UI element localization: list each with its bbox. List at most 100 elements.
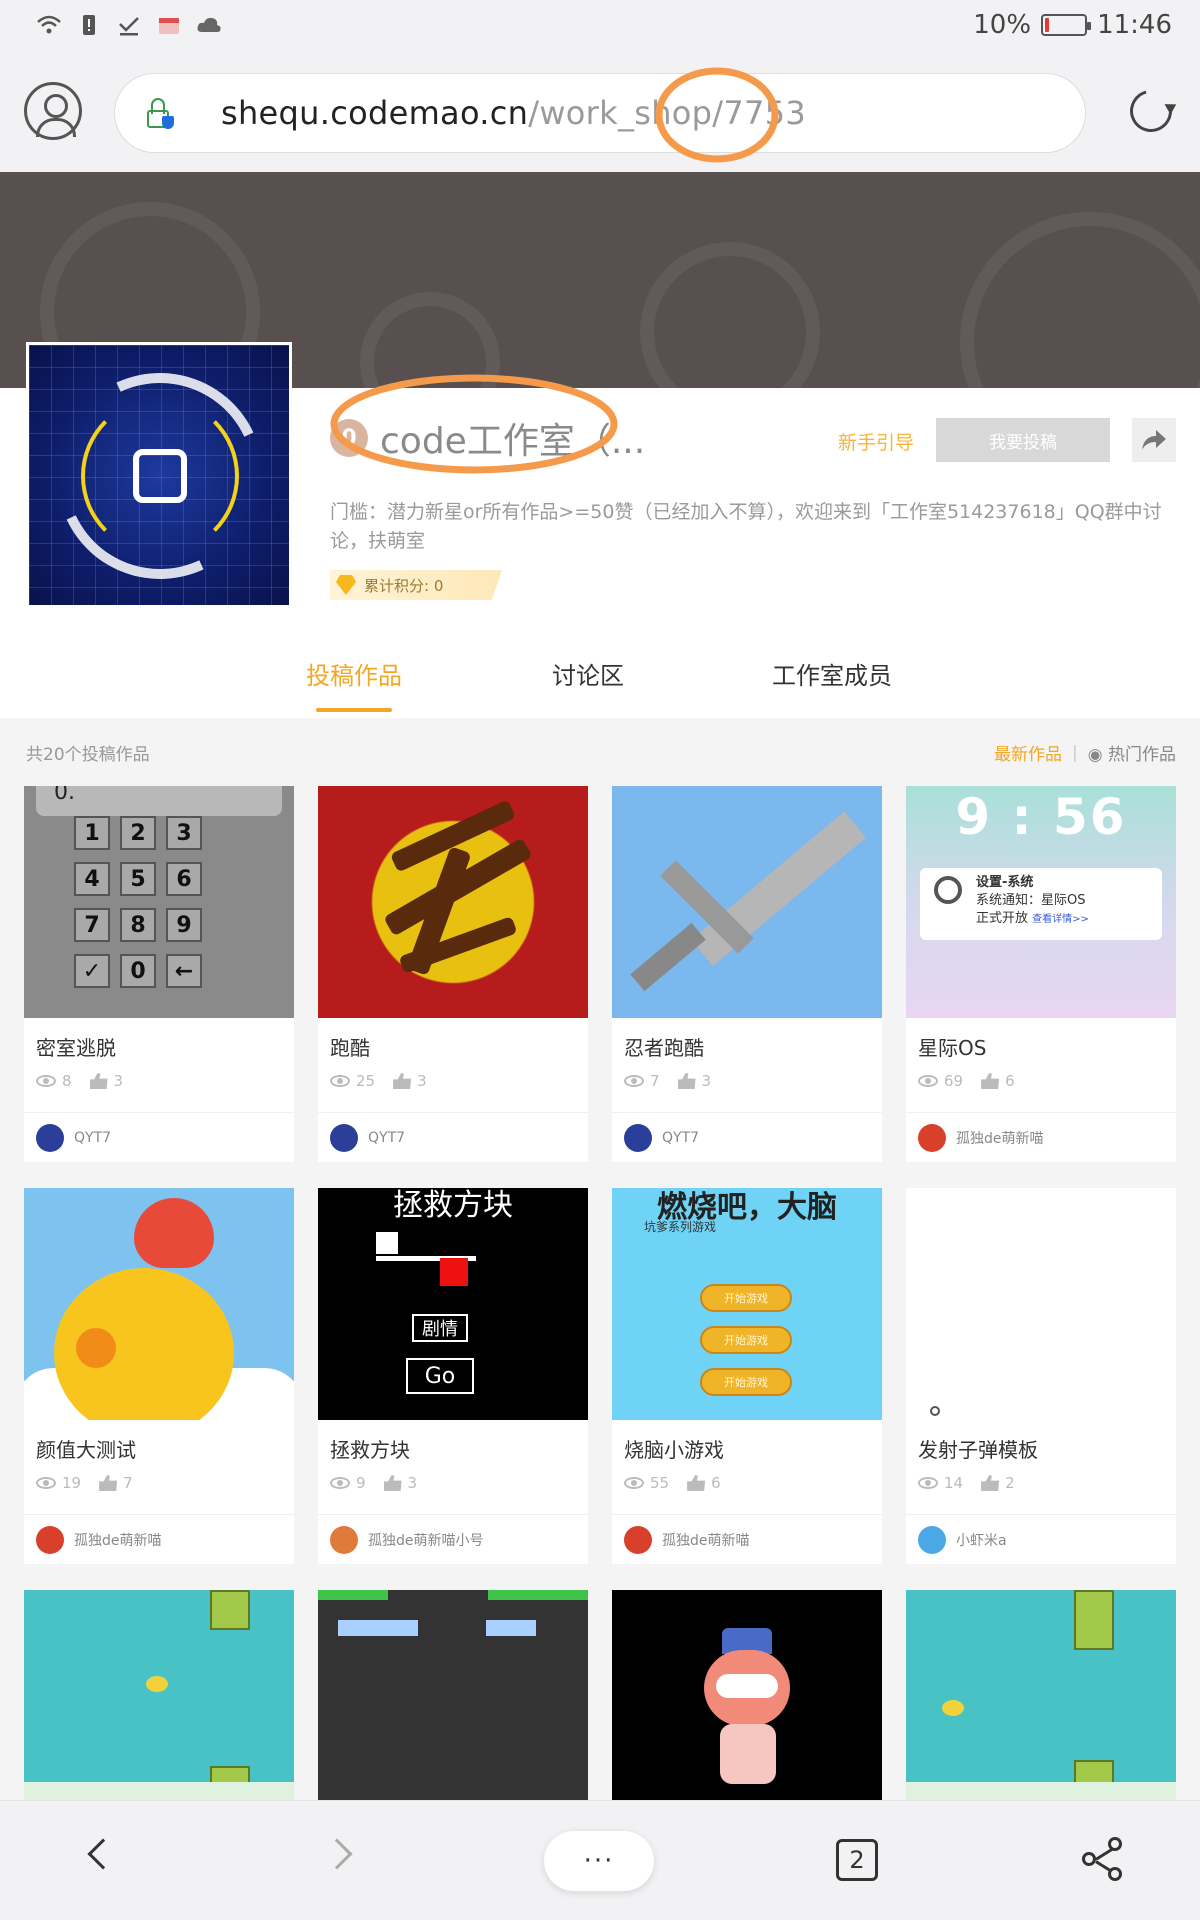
work-card[interactable] <box>318 1590 588 1800</box>
work-card[interactable]: 9 : 56 设置-系统 系统通知：星际OS 正式开放 查看详情>> 星际OS … <box>906 786 1176 1162</box>
views-icon <box>918 1477 938 1489</box>
work-author[interactable]: 孤独de萌新喵 <box>918 1124 1044 1152</box>
tab-discussion[interactable]: 讨论区 <box>552 656 624 691</box>
work-thumbnail[interactable] <box>906 1188 1176 1420</box>
work-thumbnail[interactable] <box>24 1188 294 1420</box>
work-card[interactable]: 0. 1 2 3 4 5 6 7 8 9 ✓ 0 ← 密室逃脱 8 3 QYT7 <box>24 786 294 1162</box>
views-icon <box>918 1075 938 1087</box>
work-stats: 8 3 <box>36 1072 123 1090</box>
views-icon <box>36 1477 56 1489</box>
work-title[interactable]: 密室逃脱 <box>36 1032 116 1061</box>
work-card[interactable]: 燃烧吧，大脑 坑爹系列游戏 开始游戏 开始游戏 开始游戏 烧脑小游戏 55 6 … <box>612 1188 882 1564</box>
cloud-icon <box>196 12 222 38</box>
work-thumbnail[interactable]: 燃烧吧，大脑 坑爹系列游戏 开始游戏 开始游戏 开始游戏 <box>612 1188 882 1420</box>
download-done-icon <box>116 12 142 38</box>
likes-icon <box>383 1475 402 1491</box>
share-icon[interactable] <box>1132 418 1176 462</box>
browser-bottom-bar: ··· 2 <box>0 1800 1200 1920</box>
likes-icon <box>677 1073 696 1089</box>
flame-icon: ◉ <box>1087 745 1103 765</box>
work-card[interactable]: 拯救方块 剧情 Go 拯救方块 9 3 孤独de萌新喵小号 <box>318 1188 588 1564</box>
sort-options: 最新作品 | ◉ 热门作品 <box>994 740 1176 766</box>
work-card[interactable]: 跑酷 25 3 QYT7 <box>318 786 588 1162</box>
work-title[interactable]: 发射子弹模板 <box>918 1434 1038 1463</box>
studio-tabs: 投稿作品 讨论区 工作室成员 <box>0 638 1200 718</box>
work-title[interactable]: 烧脑小游戏 <box>624 1434 724 1463</box>
address-bar[interactable]: shequ.codemao.cn/work_shop/7753 <box>114 67 1086 163</box>
more-menu-button[interactable]: ··· <box>544 1831 654 1891</box>
work-stats: 14 2 <box>918 1474 1015 1492</box>
works-count: 共20个投稿作品 <box>26 745 150 765</box>
work-stats: 69 6 <box>918 1072 1015 1090</box>
work-title[interactable]: 拯救方块 <box>330 1434 410 1463</box>
calc-key: 2 <box>120 816 156 850</box>
work-author[interactable]: QYT7 <box>36 1124 111 1152</box>
work-author[interactable]: QYT7 <box>624 1124 699 1152</box>
work-thumbnail[interactable] <box>24 1590 294 1800</box>
likes-icon <box>687 1475 706 1491</box>
account-icon[interactable] <box>24 82 82 140</box>
work-author[interactable]: 孤独de萌新喵 <box>36 1526 162 1554</box>
work-title[interactable]: 跑酷 <box>330 1032 370 1061</box>
reload-icon[interactable] <box>1122 82 1180 140</box>
secure-lock-icon[interactable] <box>145 98 175 130</box>
work-thumbnail[interactable]: 拯救方块 剧情 Go <box>318 1188 588 1420</box>
diamond-icon <box>336 575 356 595</box>
back-icon[interactable] <box>87 1838 119 1870</box>
forward-icon[interactable] <box>321 1838 353 1870</box>
author-avatar <box>330 1526 358 1554</box>
work-card[interactable]: 颜值大测试 19 7 孤独de萌新喵 <box>24 1188 294 1564</box>
work-author[interactable]: 小虾米a <box>918 1526 1007 1554</box>
beginner-guide-link[interactable]: 新手引导 <box>838 428 914 455</box>
calc-key: 5 <box>120 862 156 896</box>
share-nav-icon[interactable] <box>1082 1837 1126 1883</box>
wifi-icon <box>36 12 62 38</box>
work-card[interactable] <box>24 1590 294 1800</box>
sort-hot[interactable]: ◉ 热门作品 <box>1088 740 1176 765</box>
work-author[interactable]: 孤独de萌新喵 <box>624 1526 750 1554</box>
work-title[interactable]: 忍者跑酷 <box>624 1032 704 1061</box>
work-author[interactable]: QYT7 <box>330 1124 405 1152</box>
author-avatar <box>36 1124 64 1152</box>
battery-icon <box>1041 14 1092 36</box>
author-avatar <box>624 1526 652 1554</box>
author-avatar <box>918 1526 946 1554</box>
work-stats: 55 6 <box>624 1474 721 1492</box>
work-thumbnail[interactable] <box>612 786 882 1018</box>
calc-key: 6 <box>166 862 202 896</box>
work-card[interactable] <box>612 1590 882 1800</box>
work-stats: 19 7 <box>36 1474 133 1492</box>
author-avatar <box>36 1526 64 1554</box>
work-stats: 25 3 <box>330 1072 427 1090</box>
likes-icon <box>99 1475 118 1491</box>
calc-key: ✓ <box>74 954 110 988</box>
submit-work-button[interactable]: 我要投稿 <box>936 418 1110 462</box>
work-thumbnail[interactable] <box>906 1590 1176 1800</box>
work-card[interactable]: 忍者跑酷 7 3 QYT7 <box>612 786 882 1162</box>
studio-description: 门槛：潜力新星or所有作品>=50赞（已经加入不算），欢迎来到「工作室51423… <box>330 501 1162 552</box>
work-thumbnail[interactable] <box>318 786 588 1018</box>
work-thumbnail[interactable] <box>318 1590 588 1800</box>
calc-key: 1 <box>74 816 110 850</box>
works-list-header: 共20个投稿作品 最新作品 | ◉ 热门作品 <box>0 718 1200 784</box>
likes-icon <box>89 1073 108 1089</box>
calc-key: 9 <box>166 908 202 942</box>
work-card[interactable] <box>906 1590 1176 1800</box>
work-title[interactable]: 颜值大测试 <box>36 1434 136 1463</box>
work-thumbnail[interactable]: 0. 1 2 3 4 5 6 7 8 9 ✓ 0 ← <box>24 786 294 1018</box>
likes-icon <box>981 1073 1000 1089</box>
sort-latest[interactable]: 最新作品 <box>994 740 1062 765</box>
work-title[interactable]: 星际OS <box>918 1032 986 1061</box>
calc-key: 8 <box>120 908 156 942</box>
web-page: 0 code工作室（... 新手引导 我要投稿 门槛：潜力新星or所有作品>=5… <box>0 172 1200 1800</box>
work-stats: 9 3 <box>330 1474 417 1492</box>
calc-key: ← <box>166 954 202 988</box>
tab-submitted-works[interactable]: 投稿作品 <box>306 656 402 691</box>
work-thumbnail[interactable]: 9 : 56 设置-系统 系统通知：星际OS 正式开放 查看详情>> <box>906 786 1176 1018</box>
work-author[interactable]: 孤独de萌新喵小号 <box>330 1526 484 1554</box>
work-card[interactable]: 发射子弹模板 14 2 小虾米a <box>906 1188 1176 1564</box>
work-thumbnail[interactable] <box>612 1590 882 1800</box>
views-icon <box>330 1075 350 1087</box>
tab-members[interactable]: 工作室成员 <box>772 656 892 691</box>
tabs-button[interactable]: 2 <box>836 1839 878 1881</box>
